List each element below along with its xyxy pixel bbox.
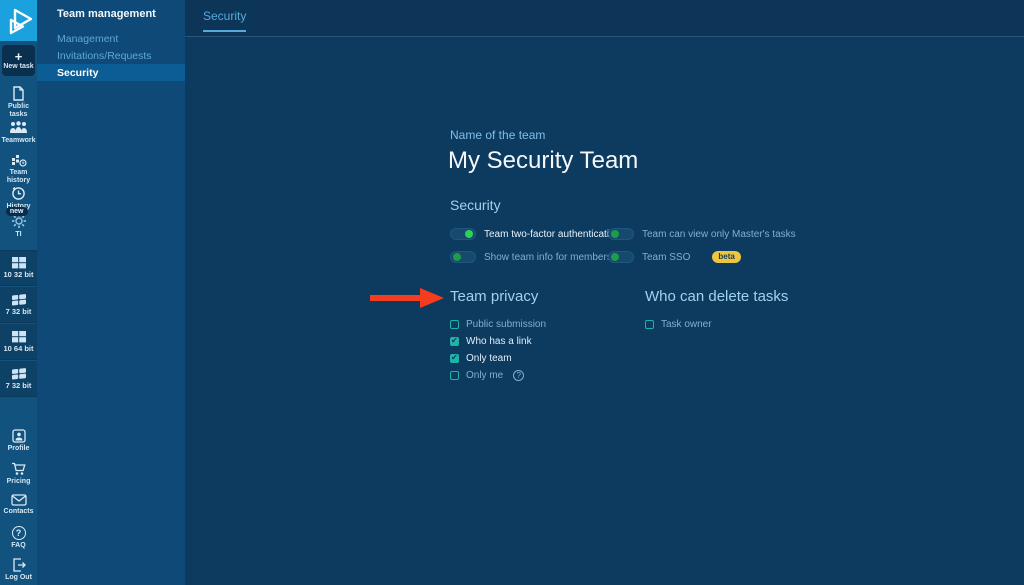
new-task-label: New task [3,63,33,71]
checkbox-box[interactable] [450,371,459,380]
os-tile-label: 7 32 bit [6,382,32,390]
rail-item-team-history[interactable]: Team history [0,153,37,185]
new-task-button[interactable]: + New task [2,45,35,76]
rail-item-label: Contacts [4,508,34,516]
clock-icon [11,186,26,201]
rail-item-label: Log Out [5,574,32,582]
security-section-heading: Security [450,197,501,213]
team-management-sidebar: Team management Management Invitations/R… [37,0,185,585]
profile-icon [12,429,26,443]
tab-security[interactable]: Security [203,9,246,32]
toggle-row-sso: Team SSO beta [608,251,741,263]
checkbox-label: Only me [466,370,503,381]
rail-item-label: Team history [0,169,37,185]
beta-badge: beta [712,251,740,263]
windows7-icon [12,294,26,306]
show-info-toggle[interactable] [450,251,476,263]
sidebar-item-label: Security [57,67,98,79]
checkbox-only-team[interactable]: Only team [450,353,512,364]
windows10-icon [12,331,26,343]
rail-item-public-tasks[interactable]: Public tasks [0,86,37,119]
new-badge: new [6,207,28,216]
red-arrow-annotation [368,286,444,310]
checkbox-box[interactable] [450,320,459,329]
rail-item-profile[interactable]: Profile [0,429,37,453]
chart-clock-icon [11,153,27,167]
logout-icon [12,558,26,572]
checkbox-label: Public submission [466,319,546,330]
rail-item-label: Pricing [7,478,31,486]
os-tile-label: 10 64 bit [3,345,33,353]
os-tile-label: 10 32 bit [3,271,33,279]
os-tile-7-32-b[interactable]: 7 32 bit [0,361,37,397]
rail-item-ti[interactable]: new TI [0,213,37,239]
people-icon [9,120,28,135]
toggle-label: Team SSO [642,252,690,263]
checkbox-public-submission[interactable]: Public submission [450,319,546,330]
toggle-label: Show team info for members [484,252,612,263]
checkbox-task-owner[interactable]: Task owner [645,319,712,330]
team-name: My Security Team [448,147,638,175]
checkbox-only-me[interactable]: Only me ? [450,370,524,381]
topbar: Security [185,0,1024,37]
os-tile-10-32[interactable]: 10 32 bit [0,250,37,286]
checkbox-label: Who has a link [466,336,532,347]
os-tile-10-64[interactable]: 10 64 bit [0,324,37,360]
rail-item-label: Profile [8,445,30,453]
rail-item-pricing[interactable]: Pricing [0,462,37,486]
anyrun-logo-icon [5,6,33,36]
master-tasks-toggle[interactable] [608,228,634,240]
two-factor-toggle[interactable] [450,228,476,240]
checkbox-who-has-link[interactable]: Who has a link [450,336,532,347]
plus-icon: + [15,51,23,62]
rail-item-label: TI [15,231,21,239]
question-icon: ? [12,526,26,540]
os-tile-7-32[interactable]: 7 32 bit [0,287,37,323]
rail-item-contacts[interactable]: Contacts [0,494,37,516]
rail-item-teamwork[interactable]: Teamwork [0,120,37,145]
checkbox-label: Task owner [661,319,712,330]
team-privacy-heading: Team privacy [450,288,538,305]
sidebar-item-invitations[interactable]: Invitations/Requests [57,50,152,62]
rail-item-label: Teamwork [1,137,35,145]
rail-item-faq[interactable]: ? FAQ [0,526,37,550]
windows7-icon [12,368,26,380]
left-icon-rail: + New task Public tasks Teamwork [0,0,37,585]
os-tile-label: 7 32 bit [6,308,32,316]
sidebar-item-security[interactable]: Security [37,64,185,81]
help-icon[interactable]: ? [513,370,524,381]
content-area: Security Name of the team My Security Te… [185,0,1024,585]
checkbox-label: Only team [466,353,512,364]
checkbox-box[interactable] [450,337,459,346]
rail-item-logout[interactable]: Log Out [0,558,37,582]
windows10-icon [12,257,26,269]
toggle-row-show-info: Show team info for members [450,251,612,263]
checkbox-box[interactable] [645,320,654,329]
envelope-icon [11,494,27,506]
delete-tasks-heading: Who can delete tasks [645,288,788,305]
sidebar-title: Team management [57,8,156,20]
sso-toggle[interactable] [608,251,634,263]
team-name-label: Name of the team [450,128,545,142]
rail-item-label: Public tasks [0,103,37,119]
toggle-label: Team two-factor authentication [484,229,620,240]
cart-icon [11,462,26,476]
toggle-row-master-tasks: Team can view only Master's tasks [608,228,796,240]
rail-item-label: FAQ [11,542,25,550]
toggle-row-two-factor: Team two-factor authentication [450,228,620,240]
toggle-label: Team can view only Master's tasks [642,229,796,240]
sidebar-item-management[interactable]: Management [57,33,118,45]
app-logo[interactable] [0,0,37,41]
document-icon [12,86,25,101]
checkbox-box[interactable] [450,354,459,363]
